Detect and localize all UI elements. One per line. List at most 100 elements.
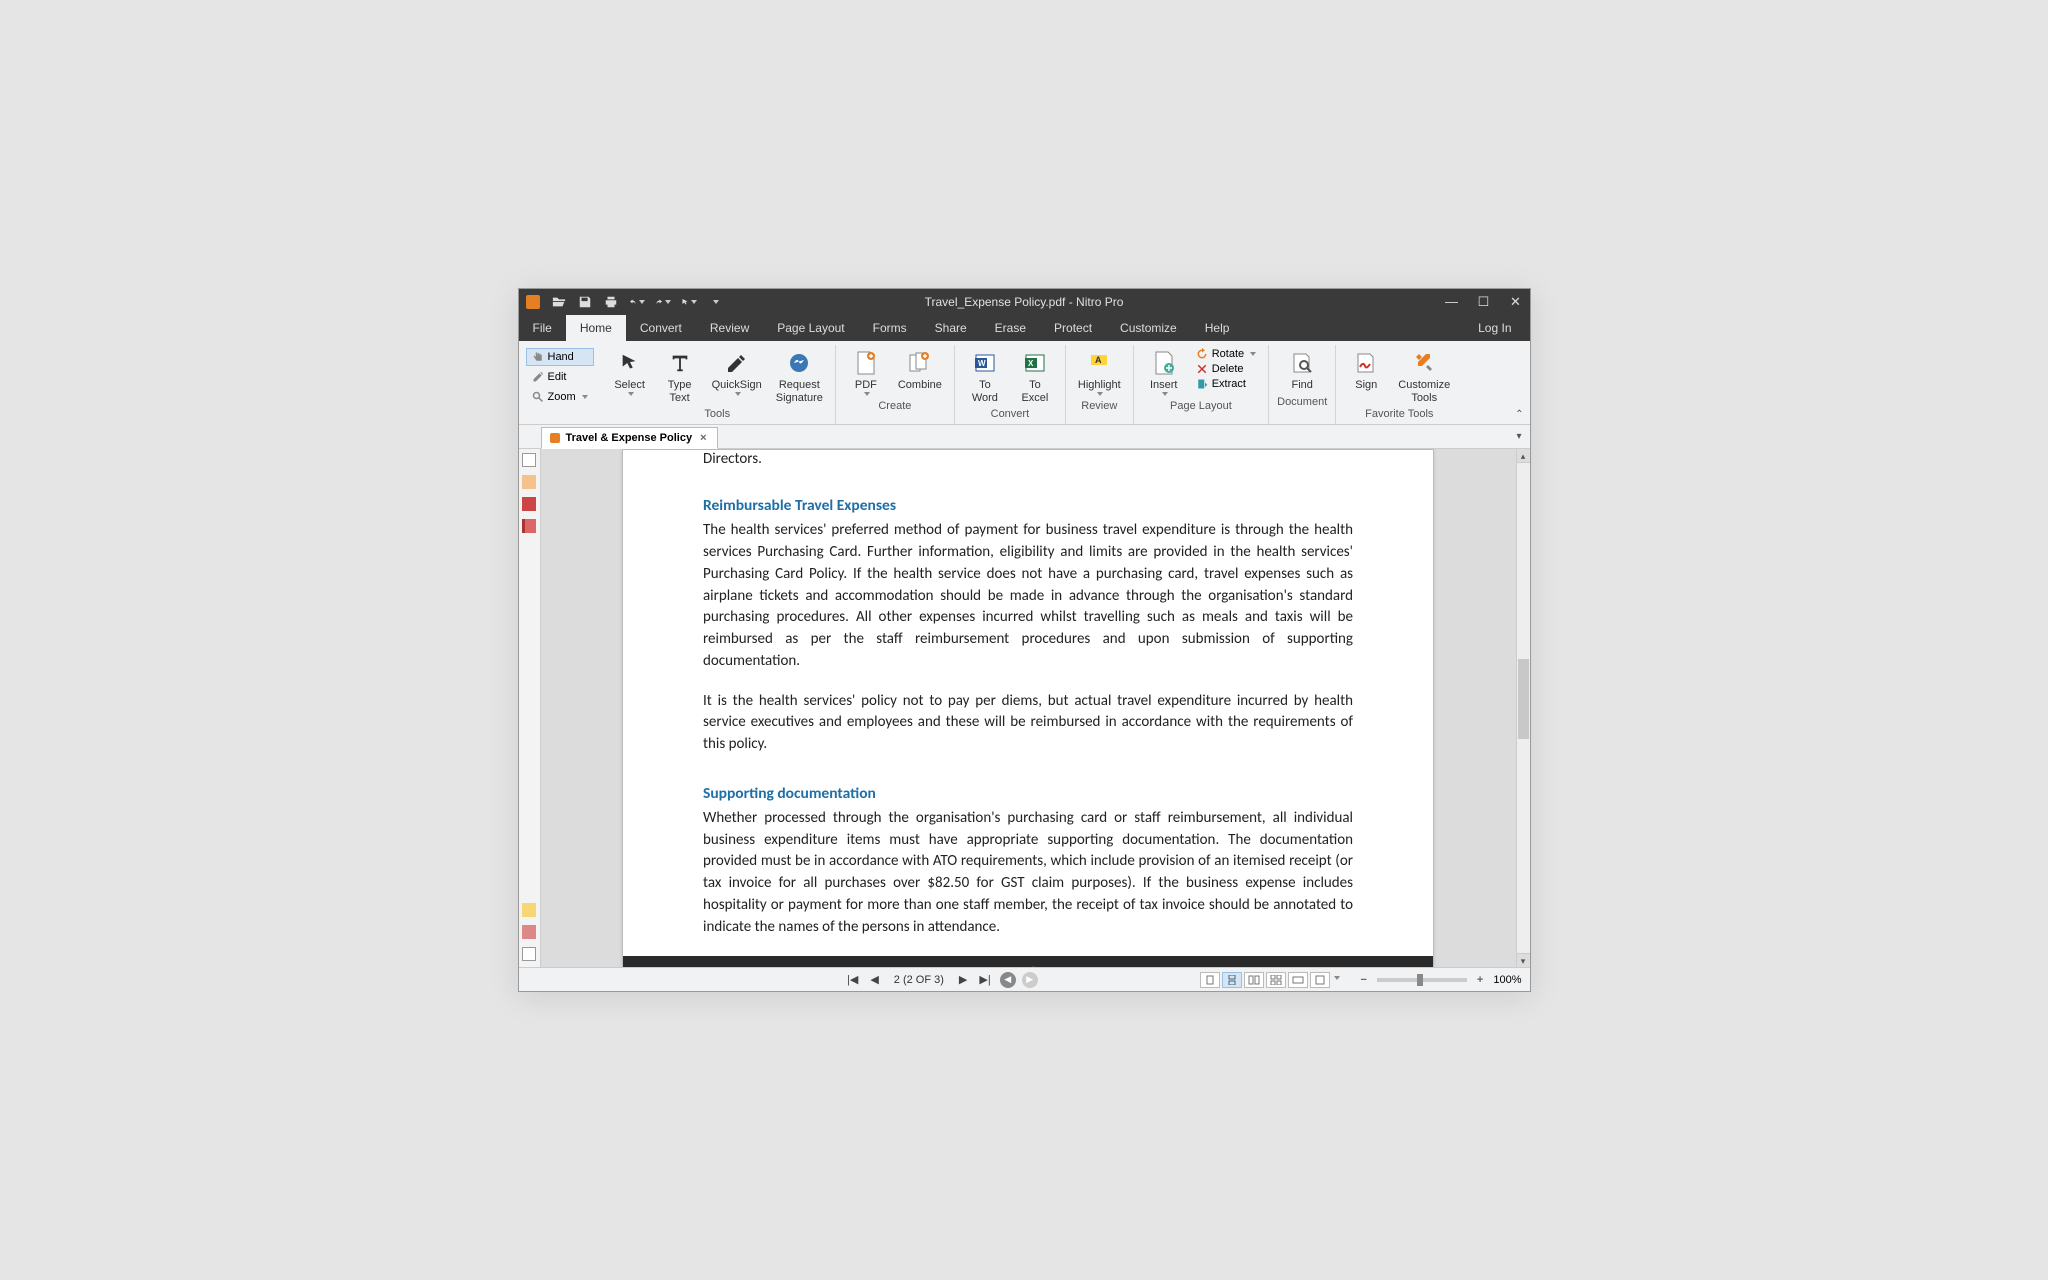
- section-heading-2: Supporting documentation: [703, 784, 1353, 803]
- menu-share[interactable]: Share: [921, 315, 981, 341]
- maximize-button[interactable]: ☐: [1476, 294, 1492, 310]
- pdf-button[interactable]: PDF: [844, 347, 888, 398]
- pages-panel-icon[interactable]: [522, 453, 536, 467]
- output-panel-icon[interactable]: [522, 947, 536, 961]
- open-icon[interactable]: [551, 294, 567, 310]
- menu-review[interactable]: Review: [696, 315, 763, 341]
- vertical-scrollbar[interactable]: ▴ ▾: [1516, 449, 1530, 967]
- view-facing-button[interactable]: [1244, 972, 1264, 988]
- menu-forms[interactable]: Forms: [859, 315, 921, 341]
- tab-dropdown-button[interactable]: ▾: [1508, 431, 1529, 442]
- group-label-convert: Convert: [991, 408, 1030, 422]
- chevron-down-icon: [735, 392, 741, 396]
- to-excel-button[interactable]: X To Excel: [1013, 347, 1057, 406]
- select-label: Select: [614, 379, 645, 392]
- nav-back-button[interactable]: ◀: [1000, 972, 1016, 988]
- sign-button[interactable]: Sign: [1344, 347, 1388, 406]
- menu-file[interactable]: File: [519, 315, 566, 341]
- bookmarks-panel-icon[interactable]: [522, 475, 536, 489]
- view-single-button[interactable]: [1200, 972, 1220, 988]
- zoom-controls: − + 100%: [1356, 974, 1521, 986]
- minimize-button[interactable]: —: [1444, 294, 1460, 310]
- find-label: Find: [1291, 379, 1312, 392]
- view-facing-continuous-button[interactable]: [1266, 972, 1286, 988]
- menubar: File Home Convert Review Page Layout For…: [519, 315, 1530, 341]
- menu-page-layout[interactable]: Page Layout: [763, 315, 858, 341]
- menu-help[interactable]: Help: [1191, 315, 1244, 341]
- document-tabstrip: Travel & Expense Policy × ▾: [519, 425, 1530, 449]
- customize-tools-button[interactable]: Customize Tools: [1394, 347, 1454, 406]
- login-button[interactable]: Log In: [1460, 315, 1529, 341]
- ribbon-group-convert: W To Word X To Excel Convert: [955, 345, 1066, 424]
- menu-protect[interactable]: Protect: [1040, 315, 1106, 341]
- signatures-panel-icon[interactable]: [522, 497, 536, 511]
- window-controls: — ☐ ✕: [1444, 294, 1524, 310]
- zoom-in-button[interactable]: +: [1473, 974, 1487, 986]
- first-page-button[interactable]: |◀: [844, 973, 861, 986]
- comments-panel-icon[interactable]: [522, 903, 536, 917]
- ribbon: Hand Edit Zoom Select: [519, 341, 1530, 425]
- view-fit-width-button[interactable]: [1288, 972, 1308, 988]
- view-fit-page-button[interactable]: [1310, 972, 1330, 988]
- edit-tool-button[interactable]: Edit: [526, 368, 594, 386]
- find-icon: [1288, 349, 1316, 377]
- highlight-button[interactable]: A Highlight: [1074, 347, 1125, 398]
- document-tab[interactable]: Travel & Expense Policy ×: [541, 427, 718, 449]
- view-more-dropdown[interactable]: [1334, 976, 1340, 988]
- zoom-slider-thumb[interactable]: [1417, 974, 1423, 986]
- next-page-button[interactable]: ▶: [956, 973, 970, 986]
- ribbon-collapse-button[interactable]: ⌃: [1515, 409, 1523, 420]
- zoom-tool-button[interactable]: Zoom: [526, 388, 594, 406]
- menu-erase[interactable]: Erase: [981, 315, 1040, 341]
- extract-button[interactable]: Extract: [1192, 377, 1260, 391]
- delete-icon: [1196, 363, 1208, 375]
- insert-button[interactable]: Insert: [1142, 347, 1186, 398]
- rotate-button[interactable]: Rotate: [1192, 347, 1260, 361]
- attachments-panel-icon[interactable]: [522, 925, 536, 939]
- delete-button[interactable]: Delete: [1192, 362, 1260, 376]
- scroll-down-button[interactable]: ▾: [1517, 953, 1530, 967]
- type-text-button[interactable]: Type Text: [658, 347, 702, 406]
- redo-icon[interactable]: [655, 294, 671, 310]
- page-nav-controls: |◀ ◀ 2 (2 OF 3) ▶ ▶| ◀ ▶: [844, 972, 1038, 988]
- zoom-slider[interactable]: [1377, 978, 1467, 982]
- last-page-button[interactable]: ▶|: [976, 973, 993, 986]
- menu-customize[interactable]: Customize: [1106, 315, 1191, 341]
- print-icon[interactable]: [603, 294, 619, 310]
- qat-more-icon[interactable]: [707, 294, 723, 310]
- save-icon[interactable]: [577, 294, 593, 310]
- body-text-tail: Directors.: [703, 450, 1353, 468]
- security-panel-icon[interactable]: [522, 519, 536, 533]
- svg-text:X: X: [1028, 359, 1034, 368]
- hand-tool-button[interactable]: Hand: [526, 348, 594, 366]
- view-continuous-button[interactable]: [1222, 972, 1242, 988]
- close-button[interactable]: ✕: [1508, 294, 1524, 310]
- app-logo-icon[interactable]: [525, 294, 541, 310]
- to-word-button[interactable]: W To Word: [963, 347, 1007, 406]
- request-signature-button[interactable]: Request Signature: [772, 347, 827, 406]
- scroll-thumb[interactable]: [1518, 659, 1529, 739]
- prev-page-button[interactable]: ◀: [867, 973, 881, 986]
- combine-button[interactable]: Combine: [894, 347, 946, 398]
- zoom-percent[interactable]: 100%: [1493, 974, 1521, 986]
- select-tool-icon[interactable]: [681, 294, 697, 310]
- scroll-up-button[interactable]: ▴: [1517, 449, 1530, 463]
- group-label-page-layout: Page Layout: [1170, 400, 1232, 414]
- menu-convert[interactable]: Convert: [626, 315, 696, 341]
- statusbar: |◀ ◀ 2 (2 OF 3) ▶ ▶| ◀ ▶ − + 100%: [519, 967, 1530, 991]
- nav-forward-button[interactable]: ▶: [1022, 972, 1038, 988]
- quicksign-button[interactable]: QuickSign: [708, 347, 766, 406]
- ribbon-group-document: Find Document: [1269, 345, 1336, 424]
- find-button[interactable]: Find: [1280, 347, 1324, 394]
- sign-label: Sign: [1355, 379, 1377, 392]
- rotate-icon: [1196, 348, 1208, 360]
- document-viewport[interactable]: Directors. Reimbursable Travel Expenses …: [541, 449, 1516, 967]
- page-indicator[interactable]: 2 (2 OF 3): [888, 974, 950, 986]
- zoom-out-button[interactable]: −: [1356, 974, 1370, 986]
- titlebar: Travel_Expense Policy.pdf - Nitro Pro — …: [519, 289, 1530, 315]
- undo-icon[interactable]: [629, 294, 645, 310]
- select-button[interactable]: Select: [608, 347, 652, 406]
- tab-close-button[interactable]: ×: [698, 432, 708, 444]
- scroll-track[interactable]: [1517, 463, 1530, 953]
- menu-home[interactable]: Home: [566, 315, 626, 341]
